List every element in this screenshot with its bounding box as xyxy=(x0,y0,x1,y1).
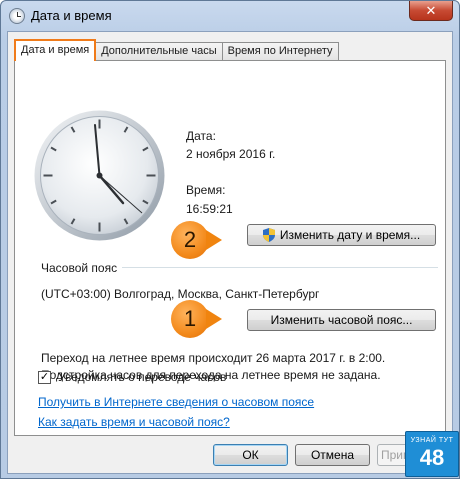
timezone-info-link[interactable]: Получить в Интернете сведения о часовом … xyxy=(38,395,314,409)
dst-info-line-1: Переход на летнее время происходит 26 ма… xyxy=(41,351,386,365)
window-title: Дата и время xyxy=(31,8,112,23)
cancel-button[interactable]: Отмена xyxy=(295,444,370,466)
change-timezone-button[interactable]: Изменить часовой пояс... xyxy=(247,309,436,331)
close-button[interactable]: ✕ xyxy=(409,1,453,21)
watermark-text: УЗНАЙ ТУТ xyxy=(410,437,454,444)
time-value: 16:59:21 xyxy=(186,202,233,216)
how-to-set-time-link[interactable]: Как задать время и часовой пояс? xyxy=(38,415,230,429)
tab-additional-clocks[interactable]: Дополнительные часы xyxy=(95,42,223,61)
analog-clock xyxy=(34,110,165,241)
shield-icon xyxy=(262,228,275,242)
dialog-body: Дата и время Дополнительные часы Время п… xyxy=(7,31,453,474)
tab-date-time[interactable]: Дата и время xyxy=(14,39,97,61)
site-watermark: УЗНАЙ ТУТ 48 xyxy=(405,431,459,477)
timezone-value: (UTC+03:00) Волгоград, Москва, Санкт-Пет… xyxy=(41,287,320,301)
notify-checkbox-label[interactable]: Уведомлять о переводе часов xyxy=(58,370,226,384)
date-label: Дата: xyxy=(186,129,216,143)
tab-internet-time[interactable]: Время по Интернету xyxy=(221,42,339,61)
change-date-time-button[interactable]: Изменить дату и время... xyxy=(247,224,436,246)
clock-icon xyxy=(9,8,25,24)
section-divider xyxy=(122,267,438,268)
title-bar[interactable]: Дата и время ✕ xyxy=(1,1,459,31)
date-value: 2 ноября 2016 г. xyxy=(186,147,276,161)
watermark-number: 48 xyxy=(419,445,445,470)
annotation-marker-1: 1 xyxy=(171,300,222,338)
annotation-marker-2: 2 xyxy=(171,221,222,259)
notify-checkbox[interactable]: ✓ xyxy=(38,371,51,384)
ok-button[interactable]: ОК xyxy=(213,444,288,466)
date-time-dialog: Дата и время ✕ Дата и время Дополнительн… xyxy=(0,0,460,479)
tab-strip: Дата и время Дополнительные часы Время п… xyxy=(14,39,339,61)
timezone-section-label: Часовой пояс xyxy=(41,261,118,275)
time-label: Время: xyxy=(186,183,226,197)
